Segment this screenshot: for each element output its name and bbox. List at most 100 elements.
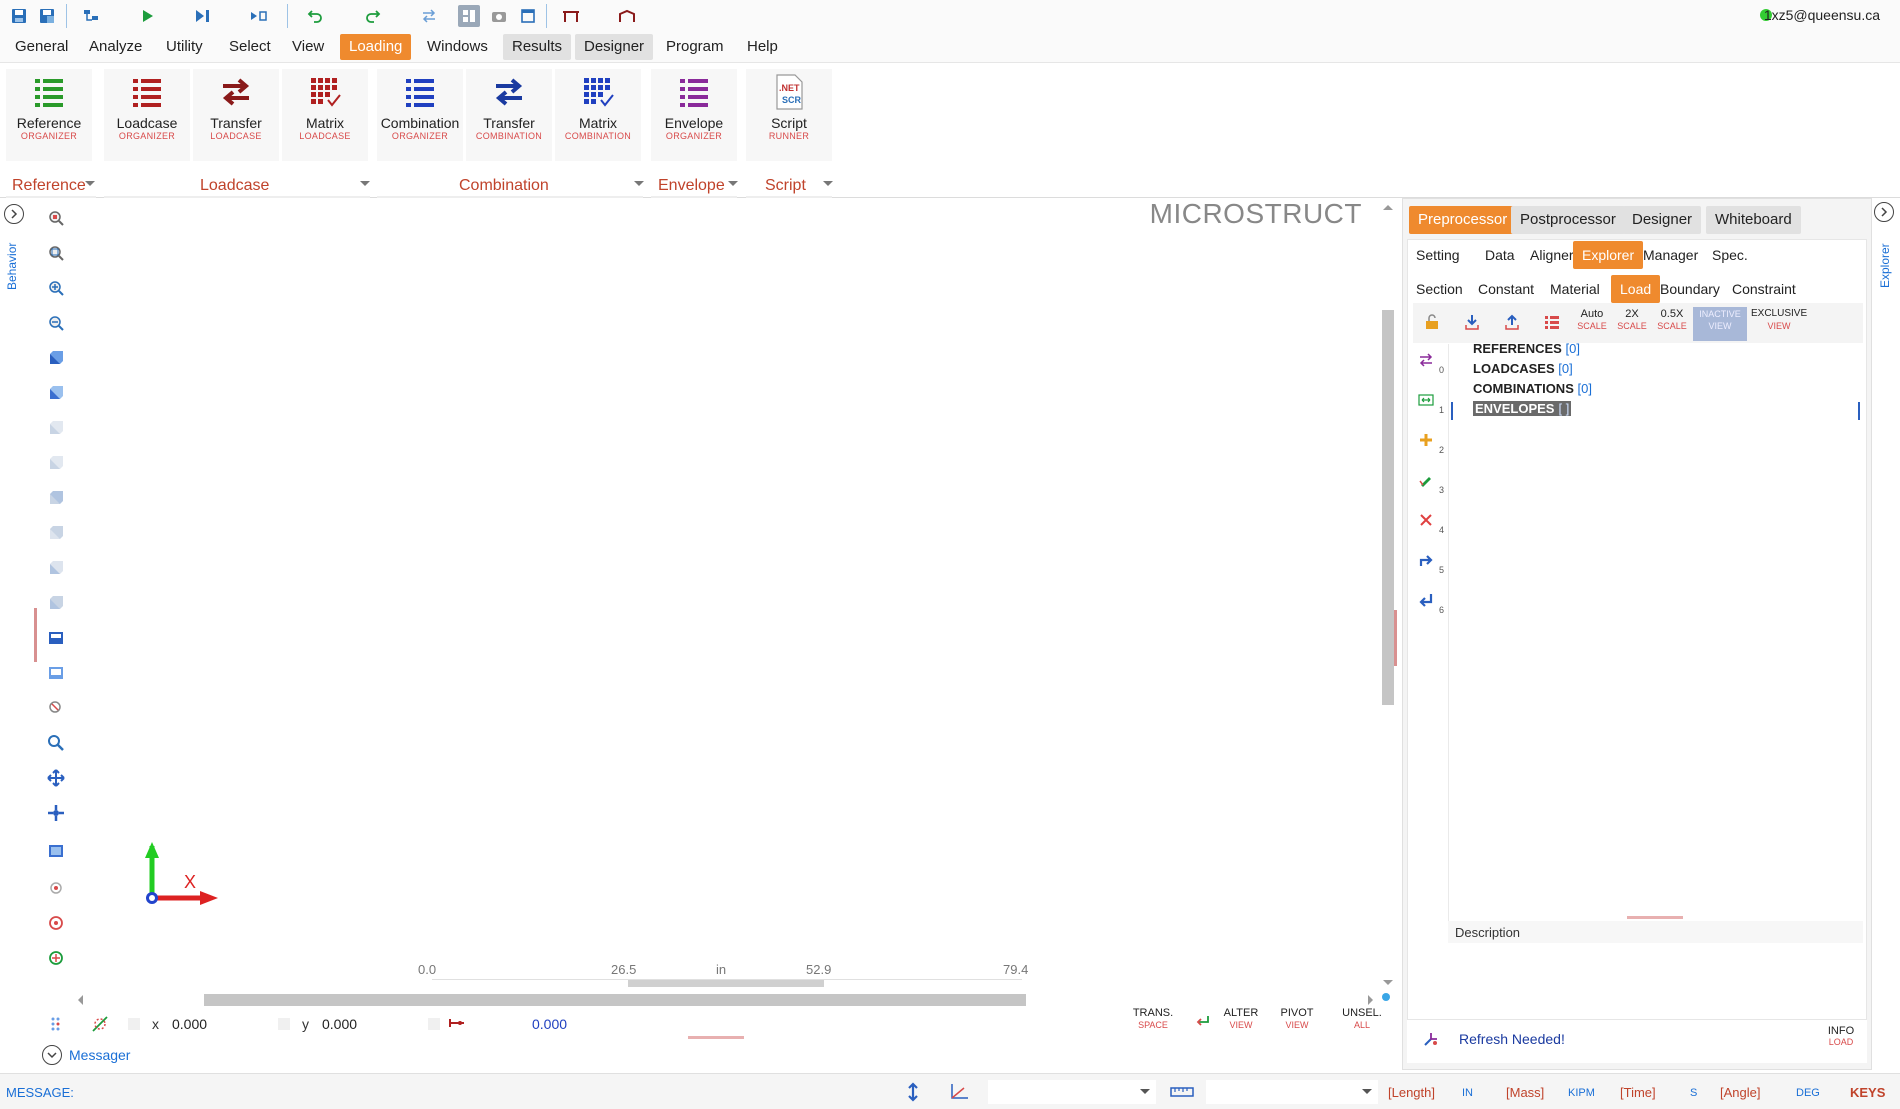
inactive-view-button[interactable]: INACTIVE VIEW (1693, 307, 1747, 341)
section-view-icon[interactable] (46, 628, 66, 648)
chevron-down-icon[interactable] (728, 181, 738, 186)
script-runner-button[interactable]: .NET SCR Script RUNNER (746, 69, 832, 161)
scroll-down-icon[interactable] (1383, 980, 1393, 985)
redo-icon[interactable] (362, 5, 384, 27)
view-bottom-icon[interactable] (46, 558, 66, 578)
menu-designer[interactable]: Designer (575, 34, 654, 60)
menu-results[interactable]: Results (503, 34, 572, 60)
chevron-down-icon[interactable] (1140, 1089, 1150, 1094)
menu-analyze[interactable]: Analyze (80, 34, 151, 60)
vertical-scroll-thumb[interactable] (1382, 310, 1394, 705)
collapse-right-icon[interactable] (1874, 202, 1894, 222)
axes-icon[interactable] (948, 1082, 970, 1105)
add-icon[interactable] (1415, 429, 1437, 451)
chevron-down-icon[interactable] (634, 181, 644, 186)
auto-scale-button[interactable]: Auto SCALE (1573, 307, 1611, 341)
tab-constraint[interactable]: Constraint (1723, 275, 1805, 303)
rotate-zoom-icon[interactable] (46, 698, 66, 718)
rotate-icon[interactable] (46, 803, 66, 823)
menu-program[interactable]: Program (657, 34, 733, 60)
view-iso-icon[interactable] (46, 593, 66, 613)
layout-icon[interactable] (458, 5, 480, 27)
zoom-fit-icon[interactable] (46, 208, 66, 228)
expand-left-icon[interactable] (4, 204, 24, 224)
transfer-loadcase-button[interactable]: Transfer LOADCASE (193, 69, 279, 161)
loadcase-organizer-button[interactable]: Loadcase ORGANIZER (104, 69, 190, 161)
scroll-left-icon[interactable] (78, 995, 83, 1005)
chevron-down-icon[interactable] (42, 1045, 62, 1065)
view-top-icon[interactable] (46, 523, 66, 543)
splitter-handle[interactable] (1627, 916, 1683, 919)
tree-item-envelopes[interactable]: ENVELOPES[ ] (1473, 399, 1592, 419)
target-icon[interactable] (46, 878, 66, 898)
combination-organizer-button[interactable]: Combination ORGANIZER (377, 69, 463, 161)
unselect-all-button[interactable]: UNSEL. ALL (1340, 1006, 1384, 1030)
alter-view-button[interactable]: ALTER VIEW (1220, 1006, 1262, 1030)
search-icon[interactable] (46, 733, 66, 753)
run-icon[interactable] (136, 5, 158, 27)
frame-icon[interactable] (560, 5, 582, 27)
unit-value-length[interactable]: IN (1462, 1087, 1473, 1099)
reference-organizer-button[interactable]: Reference ORGANIZER (6, 69, 92, 161)
view-left-icon[interactable] (46, 453, 66, 473)
forward-icon[interactable] (1415, 549, 1437, 571)
tab-section[interactable]: Section (1407, 275, 1472, 303)
tab-explorer[interactable]: Explorer (1573, 241, 1644, 269)
export-icon[interactable] (1503, 313, 1521, 334)
tab-material[interactable]: Material (1541, 275, 1609, 303)
behavior-tab[interactable]: Behavior (5, 230, 25, 290)
save-as-icon[interactable] (36, 5, 58, 27)
distance-field[interactable]: 0.000 (532, 1016, 567, 1032)
screen-view-icon[interactable] (46, 663, 66, 683)
tab-preprocessor[interactable]: Preprocessor (1409, 206, 1517, 234)
explorer-side-tab[interactable]: Explorer (1878, 228, 1896, 288)
display-icon[interactable] (46, 841, 66, 861)
tab-constant[interactable]: Constant (1469, 275, 1543, 303)
x-coord-field[interactable]: 0.000 (172, 1016, 207, 1032)
chevron-down-icon[interactable] (85, 181, 95, 186)
description-box[interactable] (1448, 943, 1863, 1007)
swap-icon[interactable] (418, 5, 440, 27)
menu-view[interactable]: View (283, 34, 333, 60)
lock-icon[interactable] (1423, 313, 1441, 334)
horizontal-scroll-thumb[interactable] (204, 994, 1026, 1006)
pivot-view-button[interactable]: PIVOT VIEW (1276, 1006, 1318, 1030)
user-email[interactable]: 1xz5@queensu.ca (1764, 7, 1880, 23)
tree-item-combinations[interactable]: COMBINATIONS [0] (1473, 379, 1592, 399)
return-icon[interactable] (1415, 589, 1437, 611)
keys-button[interactable]: KEYS (1850, 1085, 1885, 1100)
view-3d-icon[interactable] (46, 348, 66, 368)
menu-windows[interactable]: Windows (418, 34, 497, 60)
snap-select[interactable] (988, 1080, 1156, 1104)
edit-icon[interactable] (1415, 469, 1437, 491)
splitter-handle[interactable] (34, 608, 37, 662)
menu-loading[interactable]: Loading (340, 34, 412, 60)
model-viewport[interactable]: MICROSTRUCT X (72, 198, 1382, 988)
scale-half-button[interactable]: 0.5X SCALE (1653, 307, 1691, 341)
x-lock-checkbox[interactable] (128, 1018, 140, 1030)
exclusive-view-button[interactable]: EXCLUSIVE VIEW (1751, 307, 1807, 341)
window-icon[interactable] (517, 5, 539, 27)
y-lock-checkbox[interactable] (278, 1018, 290, 1030)
refresh-needed-label[interactable]: Refresh Needed! (1459, 1031, 1565, 1047)
node-select-icon[interactable] (46, 913, 66, 933)
tab-data[interactable]: Data (1476, 241, 1524, 269)
scroll-right-icon[interactable] (1368, 995, 1373, 1005)
menu-select[interactable]: Select (220, 34, 280, 60)
delete-icon[interactable] (1415, 509, 1437, 531)
import-icon[interactable] (1463, 313, 1481, 334)
matrix-loadcase-button[interactable]: Matrix LOADCASE (282, 69, 368, 161)
vertical-scrollbar[interactable] (1380, 205, 1394, 990)
splitter-handle[interactable] (1394, 610, 1397, 666)
unit-value-time[interactable]: S (1690, 1087, 1697, 1099)
tree-item-loadcases[interactable]: LOADCASES [0] (1473, 359, 1592, 379)
scale-2x-button[interactable]: 2X SCALE (1613, 307, 1651, 341)
run-step-icon[interactable] (248, 5, 270, 27)
splitter-handle[interactable] (688, 1036, 744, 1039)
messager-label[interactable]: Messager (69, 1047, 130, 1063)
view-front-icon[interactable] (46, 383, 66, 403)
step-run-icon[interactable] (192, 5, 214, 27)
refresh-icon[interactable] (1421, 1029, 1441, 1052)
trans-space-button[interactable]: TRANS. SPACE (1130, 1006, 1176, 1030)
tab-spec[interactable]: Spec. (1703, 241, 1757, 269)
